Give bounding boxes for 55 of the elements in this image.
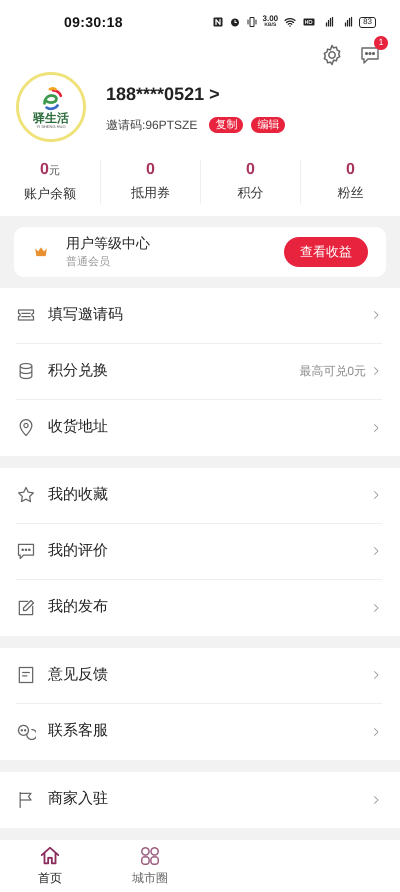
menu-label: 填写邀请码: [48, 304, 123, 325]
stat-label: 积分: [238, 184, 264, 202]
stat-label: 抵用券: [131, 184, 170, 202]
menu-label: 联系客服: [48, 721, 108, 742]
member-level: 普通会员: [66, 254, 111, 270]
menu-item[interactable]: 填写邀请码: [0, 288, 400, 344]
home-icon: [39, 844, 61, 867]
stat-value: 0: [346, 160, 355, 180]
tab-item[interactable]: 城市圈: [100, 840, 200, 892]
comment-icon: [16, 541, 36, 561]
menu-item[interactable]: 收货地址: [0, 400, 400, 456]
menu-note: 最高可兑0元: [299, 363, 366, 380]
grid-icon: [139, 844, 161, 867]
tab-item[interactable]: 首页: [0, 840, 100, 892]
menu-label: 我的评价: [48, 540, 108, 561]
stat-value: 0元: [40, 160, 60, 180]
stat-label: 账户余额: [24, 185, 76, 203]
edit-icon: [16, 598, 36, 618]
notification-badge: 1: [374, 36, 388, 50]
network-speed: 3.00: [262, 15, 278, 22]
wifi-icon: [283, 16, 298, 28]
menu-label: 收货地址: [48, 417, 108, 438]
menu-item[interactable]: 我的收藏: [0, 468, 400, 524]
message-button[interactable]: 1: [358, 36, 388, 67]
menu-label: 我的发布: [48, 597, 108, 618]
menu-item[interactable]: 商家入驻: [0, 772, 400, 828]
stat-value: 0: [146, 160, 155, 180]
feedback-icon: [16, 665, 36, 685]
hd-icon: [302, 16, 316, 28]
phone-number-link[interactable]: 188****0521 >: [106, 80, 286, 108]
level-title: 用户等级中心: [66, 234, 150, 253]
edit-button[interactable]: 编辑: [251, 116, 286, 132]
menu-item[interactable]: 我的评价: [0, 524, 400, 580]
menu-label: 意见反馈: [48, 664, 108, 685]
menu-label: 积分兑换: [48, 360, 108, 381]
vibrate-icon: [246, 16, 258, 28]
invite-code: 邀请码:96PTSZE: [106, 116, 198, 134]
menu-item[interactable]: 联系客服: [0, 704, 400, 760]
crown-icon: [32, 244, 50, 258]
menu-item[interactable]: 积分兑换 最高可兑0元: [0, 344, 400, 400]
star-icon: [16, 485, 36, 505]
stat-label: 粉丝: [338, 184, 364, 202]
nfc-icon: [212, 16, 224, 28]
chat-icon: [16, 722, 36, 742]
view-earnings-button[interactable]: 查看收益: [284, 236, 368, 266]
stat-value: 0: [246, 160, 255, 180]
alarm-icon: [228, 16, 241, 28]
logo-text: 驿生活: [33, 112, 69, 124]
menu-label: 商家入驻: [48, 789, 108, 810]
menu-item[interactable]: 意见反馈: [0, 648, 400, 704]
status-time: 09:30:18: [64, 12, 123, 32]
battery-indicator: 83: [359, 16, 376, 28]
menu-label: 我的收藏: [48, 484, 108, 505]
copy-button[interactable]: 复制: [209, 116, 244, 132]
menu-item[interactable]: 我的发布: [0, 580, 400, 636]
